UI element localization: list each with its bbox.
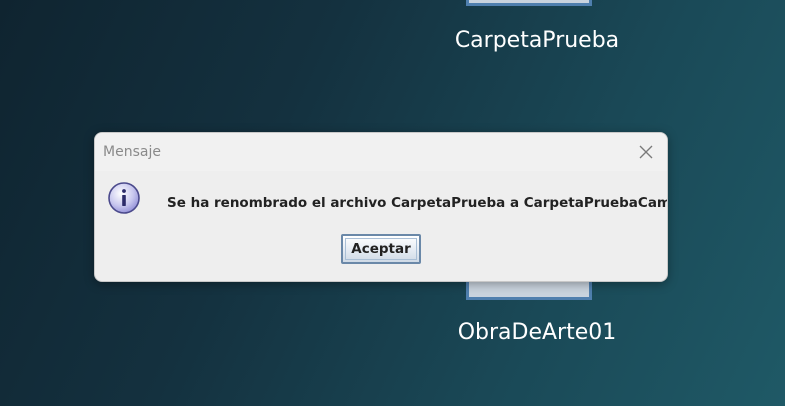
message-dialog: Mensaje Se ha renombrado el archivo Carp… — [94, 132, 668, 282]
desktop-item-label[interactable]: CarpetaPrueba — [452, 28, 622, 53]
desktop-item-carpetaprueba[interactable]: CarpetaPrueba — [452, 0, 622, 60]
desktop: CarpetaPrueba ObraDeArte01 Mensaje Se ha… — [0, 0, 785, 406]
dialog-message: Se ha renombrado el archivo CarpetaPrueb… — [167, 195, 668, 211]
info-icon — [107, 181, 141, 215]
close-icon — [639, 145, 653, 159]
dialog-title: Mensaje — [103, 144, 161, 160]
accept-button[interactable]: Aceptar — [341, 234, 421, 264]
desktop-item-obradearte01[interactable]: ObraDeArte01 — [452, 270, 622, 350]
close-button[interactable] — [635, 141, 657, 163]
dialog-titlebar[interactable]: Mensaje — [95, 133, 667, 171]
desktop-item-label[interactable]: ObraDeArte01 — [452, 320, 622, 345]
folder-thumbnail[interactable] — [466, 0, 592, 6]
